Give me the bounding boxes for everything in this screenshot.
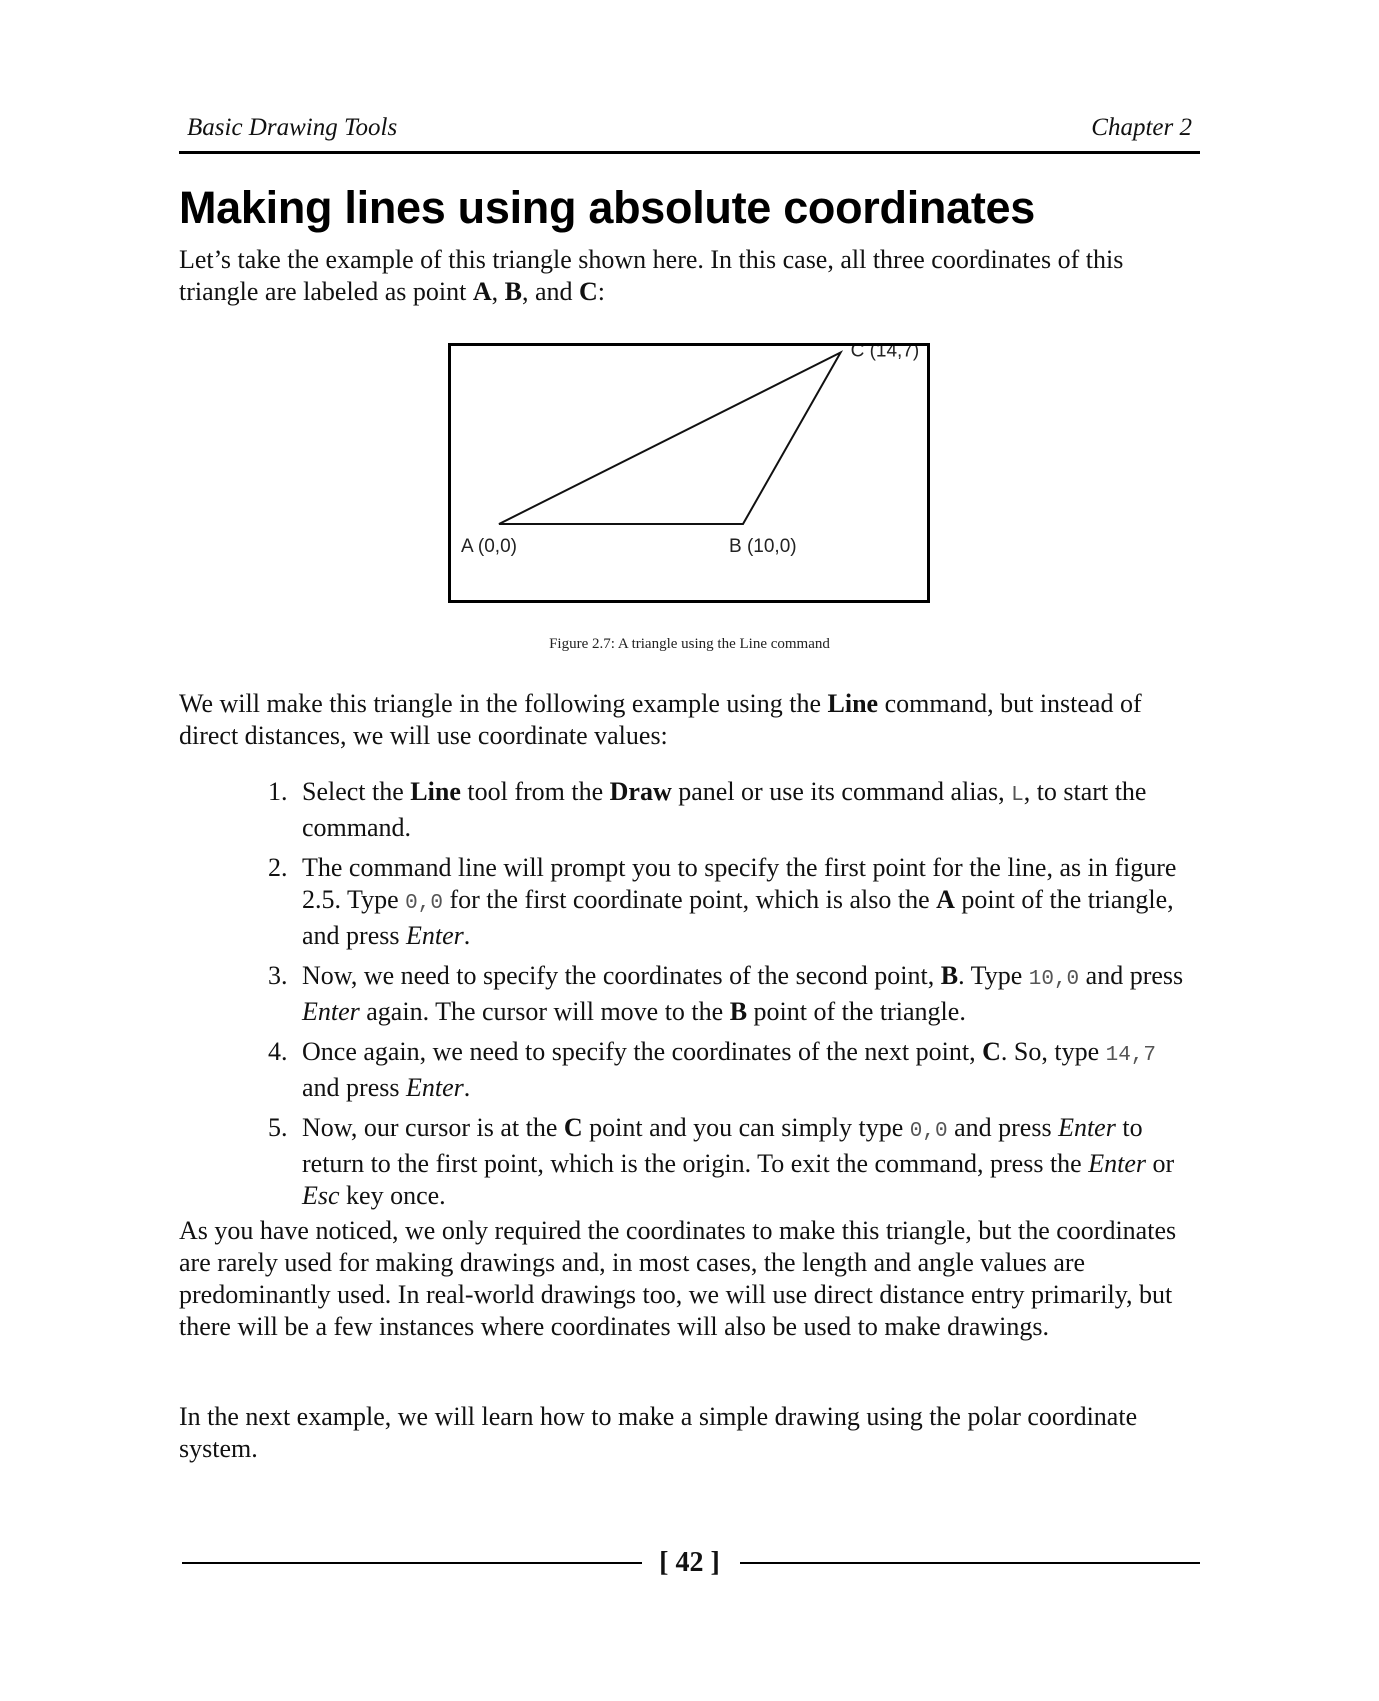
point-a-label: A (0,0): [461, 536, 517, 557]
figure-caption: Figure 2.7: A triangle using the Line co…: [549, 636, 830, 652]
point-a-ref: A: [472, 277, 492, 306]
list-item: 3. Now, we need to specify the coordinate…: [268, 960, 1200, 1028]
running-head: Basic Drawing Tools Chapter 2: [179, 114, 1200, 154]
list-item-number: 5.: [268, 1113, 288, 1142]
code-input: 0,0: [405, 892, 443, 915]
bold-term: C: [982, 1037, 1001, 1066]
step-text: and press: [947, 1113, 1059, 1142]
code-input: 0,0: [909, 1120, 948, 1143]
key-name: Enter: [302, 997, 360, 1026]
step-text: . So, type: [1000, 1037, 1106, 1066]
para-text: We will make this triangle in the follow…: [179, 689, 828, 718]
header-rule: [179, 151, 1200, 154]
code-input: 14,7: [1105, 1044, 1157, 1067]
key-name: Esc: [302, 1181, 340, 1210]
bold-term: Draw: [609, 777, 672, 806]
list-item: 5. Now, our cursor is at the C point and …: [268, 1112, 1200, 1212]
point-b-label: B (10,0): [729, 536, 797, 557]
step-text: panel or use its command alias,: [671, 777, 1012, 806]
key-name: Enter: [405, 1073, 464, 1102]
line-command-ref: Line: [827, 689, 879, 718]
step-text: Select the: [302, 777, 411, 806]
step-text: again. The cursor will move to the: [359, 997, 730, 1026]
bold-term: B: [940, 961, 959, 990]
list-item: 2. The command line will prompt you to sp…: [268, 852, 1200, 952]
intro-sep: ,: [491, 277, 505, 306]
list-item-number: 1.: [268, 777, 288, 806]
step-text: tool from the: [460, 777, 610, 806]
point-c-ref: C: [579, 277, 598, 306]
list-item-number: 2.: [268, 853, 288, 882]
intro-sep: , and: [521, 277, 579, 306]
running-head-section: Basic Drawing Tools: [187, 114, 398, 141]
point-b-ref: B: [504, 277, 522, 306]
list-item-number: 4.: [268, 1037, 288, 1066]
step-text: .: [463, 1073, 471, 1102]
list-item: 1. Select the Line tool from the Draw pan…: [268, 776, 1200, 844]
list-item-number: 3.: [268, 961, 288, 990]
point-c-label: C (14,7): [851, 346, 920, 362]
key-name: Enter: [1088, 1149, 1146, 1178]
steps-list: 1. Select the Line tool from the Draw pan…: [268, 776, 1200, 1220]
step-text: Now, our cursor is at the: [302, 1113, 564, 1142]
code-input: 10,0: [1028, 968, 1080, 991]
paragraph-line-command: We will make this triangle in the follow…: [179, 688, 1200, 752]
step-text: and press: [1079, 961, 1184, 990]
bold-term: Line: [410, 777, 461, 806]
section-title: Making lines using absolute coordinates: [179, 182, 1035, 233]
running-head-chapter: Chapter 2: [1091, 114, 1192, 141]
step-text: key once.: [339, 1181, 446, 1210]
triangle-diagram: A (0,0) B (10,0) C (14,7): [461, 346, 920, 557]
intro-text: Let’s take the example of this triangle …: [179, 245, 1124, 306]
key-name: Enter: [1058, 1113, 1116, 1142]
paragraph-next: In the next example, we will learn how t…: [179, 1402, 1138, 1463]
step-text: Once again, we need to specify the coord…: [302, 1037, 983, 1066]
step-text: and press: [302, 1073, 406, 1102]
intro-paragraph: Let’s take the example of this triangle …: [179, 244, 1200, 308]
step-text: point of the triangle.: [747, 997, 966, 1026]
triangle-outline: [498, 350, 844, 525]
key-name: Enter: [405, 921, 464, 950]
page-footer: [ 42 ]: [179, 1545, 1200, 1581]
intro-end: :: [597, 277, 606, 306]
list-item: 4. Once again, we need to specify the coo…: [268, 1036, 1200, 1104]
step-text: or: [1146, 1149, 1175, 1178]
paragraph-summary: As you have noticed, we only required th…: [179, 1216, 1177, 1341]
footer-rule-right: [740, 1562, 1200, 1564]
step-text: . Type: [958, 961, 1029, 990]
triangle-figure: A (0,0) B (10,0) C (14,7): [448, 343, 930, 603]
bold-term: A: [936, 885, 955, 914]
bold-term: B: [729, 997, 748, 1026]
step-text: for the first coordinate point, which is…: [442, 885, 937, 914]
bold-term: C: [563, 1113, 583, 1142]
step-text: .: [463, 921, 471, 950]
step-text: Now, we need to specify the coordinates …: [302, 961, 941, 990]
step-text: point and you can simply type: [582, 1113, 910, 1142]
code-input: L: [1011, 784, 1024, 807]
